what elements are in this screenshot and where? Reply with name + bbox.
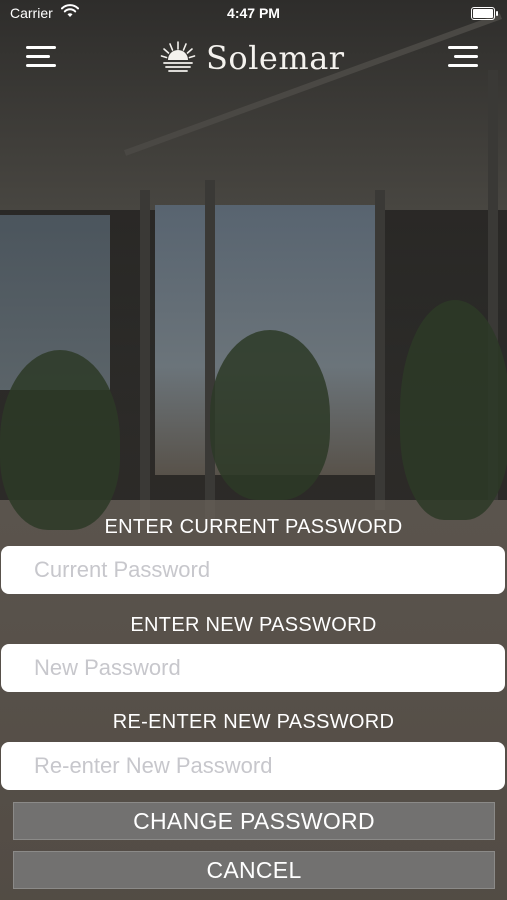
hamburger-menu-icon — [448, 46, 478, 49]
new-password-field[interactable] — [1, 644, 505, 692]
cancel-button[interactable]: CANCEL — [13, 851, 495, 889]
hamburger-menu-icon — [26, 46, 56, 49]
current-password-field[interactable] — [1, 546, 505, 594]
status-bar: Carrier 4:47 PM — [0, 0, 507, 28]
confirm-password-label: RE-ENTER NEW PASSWORD — [112, 711, 395, 733]
new-password-label: ENTER NEW PASSWORD — [130, 614, 377, 636]
sun-wave-logo-icon — [160, 41, 196, 72]
confirm-password-field[interactable] — [1, 742, 505, 790]
right-menu-button[interactable] — [448, 42, 482, 70]
clock: 4:47 PM — [227, 5, 280, 21]
current-password-label: ENTER CURRENT PASSWORD — [104, 516, 403, 538]
battery-icon — [471, 7, 498, 20]
left-menu-button[interactable] — [26, 42, 60, 70]
change-password-button[interactable]: CHANGE PASSWORD — [13, 802, 495, 840]
brand-name: Solemar — [206, 39, 345, 77]
brand-logo: Solemar — [160, 36, 345, 80]
